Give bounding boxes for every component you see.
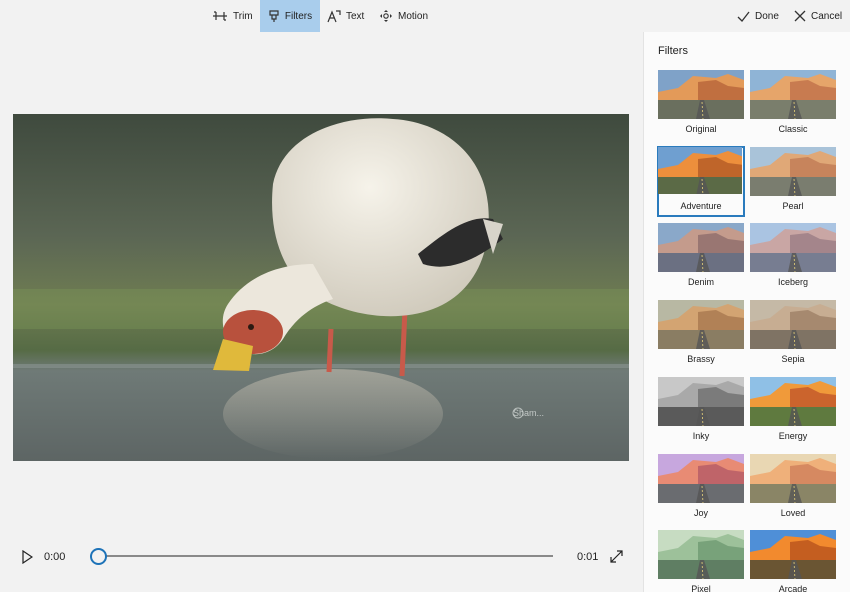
text-label: Text [346, 10, 365, 22]
filter-label: Classic [778, 124, 808, 134]
filter-thumbnail [750, 376, 836, 426]
play-icon[interactable] [21, 550, 33, 564]
trim-tool-button[interactable]: Trim [212, 0, 258, 32]
filter-option-joy[interactable]: Joy [657, 453, 745, 524]
filter-label: Sepia [781, 354, 805, 365]
filter-label: Loved [780, 507, 806, 518]
seek-bar[interactable] [98, 555, 553, 557]
filter-option-adventure[interactable]: Adventure [657, 145, 745, 217]
filter-option-pixel[interactable]: Pixel [657, 529, 745, 592]
filter-label: Brassy [687, 354, 715, 365]
filter-option-iceberg[interactable]: Iceberg [749, 222, 837, 293]
video-preview[interactable]: Sham... [13, 114, 629, 461]
expand-icon[interactable] [610, 550, 623, 563]
text-tool-button[interactable]: Text [327, 0, 367, 32]
filter-label: Pearl [782, 200, 804, 211]
check-icon [737, 11, 750, 22]
filter-label: Adventure [680, 200, 722, 211]
filter-thumbnail [658, 70, 744, 119]
filters-tool-button[interactable]: Filters [260, 0, 320, 32]
filter-thumbnail [750, 300, 836, 350]
filter-thumbnail [658, 376, 744, 426]
filter-thumbnail [658, 300, 744, 350]
cancel-label: Cancel [811, 10, 843, 22]
filters-panel: Filters Original Classic Adventure Pearl Den… [643, 32, 850, 592]
filter-thumbnail [750, 530, 836, 580]
done-label: Done [755, 10, 779, 22]
trim-label: Trim [233, 10, 253, 22]
filter-label: Inky [692, 430, 710, 441]
motion-icon [380, 10, 392, 22]
motion-tool-button[interactable]: Motion [379, 0, 433, 32]
filter-label: Joy [693, 507, 708, 518]
filter-option-arcade[interactable]: Arcade [749, 529, 837, 592]
filter-option-pearl[interactable]: Pearl [749, 146, 837, 217]
trim-icon [213, 11, 227, 21]
cancel-button[interactable]: Cancel [794, 0, 844, 32]
current-time: 0:00 [44, 551, 66, 563]
motion-label: Motion [398, 10, 429, 22]
filter-label: Denim [687, 277, 714, 288]
toolbar: Trim Filters Text Motion Done Cancel [0, 0, 850, 32]
filter-label: Arcade [778, 584, 808, 592]
filter-label: Energy [778, 430, 808, 441]
filter-option-brassy[interactable]: Brassy [657, 299, 745, 370]
filter-option-sepia[interactable]: Sepia [749, 299, 837, 370]
filter-thumbnail [658, 530, 744, 580]
filter-option-denim[interactable]: Denim [657, 222, 745, 293]
filters-icon [269, 9, 279, 22]
panel-title: Filters [658, 45, 688, 57]
watermark-text: Sham... [513, 408, 544, 418]
seek-thumb[interactable] [90, 548, 107, 565]
filter-thumbnail [750, 453, 836, 503]
text-icon [327, 9, 341, 22]
filter-option-inky[interactable]: Inky [657, 376, 745, 447]
filter-option-energy[interactable]: Energy [749, 376, 837, 447]
filter-label: Pixel [691, 584, 711, 592]
filters-label: Filters [284, 10, 313, 22]
filter-option-original[interactable]: Original [657, 69, 745, 140]
filter-thumbnail [658, 453, 744, 503]
close-icon [794, 10, 806, 22]
filter-thumbnail [658, 146, 742, 194]
filter-option-classic[interactable]: Classic [749, 69, 837, 140]
total-time: 0:01 [577, 551, 599, 563]
video-frame-image: Sham... [13, 114, 629, 461]
filter-thumbnail [750, 223, 836, 273]
filter-thumbnail [658, 223, 744, 273]
filter-label: Original [685, 124, 717, 134]
filter-thumbnail [750, 146, 836, 196]
done-button[interactable]: Done [737, 0, 783, 32]
filter-option-loved[interactable]: Loved [749, 453, 837, 524]
filter-thumbnail [750, 70, 836, 119]
filter-label: Iceberg [777, 277, 809, 288]
